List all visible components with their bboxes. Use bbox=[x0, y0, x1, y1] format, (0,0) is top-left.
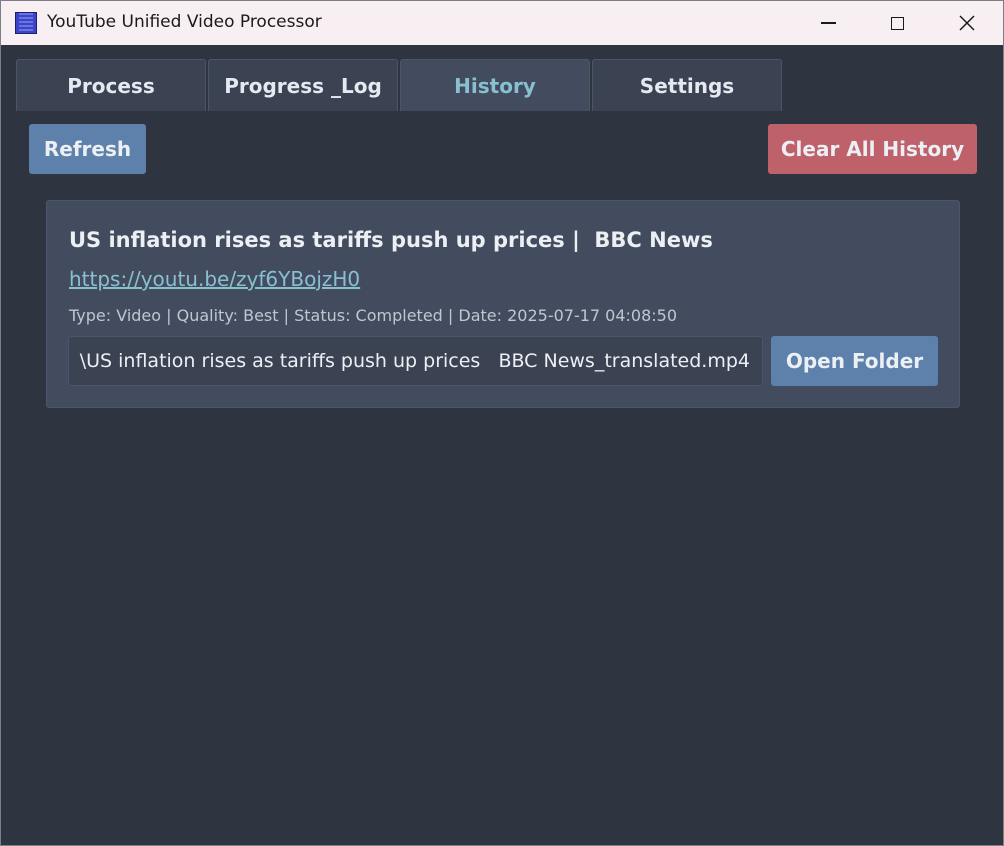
maximize-button[interactable] bbox=[862, 1, 932, 45]
window-title: YouTube Unified Video Processor bbox=[47, 12, 322, 32]
maximize-icon bbox=[890, 16, 904, 30]
tab-history[interactable]: History bbox=[400, 59, 590, 111]
open-folder-button[interactable]: Open Folder bbox=[771, 336, 938, 386]
title-bar[interactable]: YouTube Unified Video Processor bbox=[1, 1, 1003, 45]
history-item-link[interactable]: https://youtu.be/zyf6YBojzH0 bbox=[69, 267, 360, 291]
history-item: US inflation rises as tariffs push up pr… bbox=[46, 200, 960, 408]
app-video-icon bbox=[15, 12, 37, 34]
output-path-text: \US inflation rises as tariffs push up p… bbox=[79, 350, 750, 372]
close-icon bbox=[959, 15, 975, 31]
close-button[interactable] bbox=[932, 1, 1002, 45]
tab-settings[interactable]: Settings bbox=[592, 59, 782, 111]
output-path-field[interactable]: \US inflation rises as tariffs push up p… bbox=[68, 336, 763, 386]
minimize-button[interactable] bbox=[793, 1, 863, 45]
history-item-meta: Type: Video | Quality: Best | Status: Co… bbox=[69, 306, 678, 325]
refresh-button[interactable]: Refresh bbox=[29, 124, 146, 174]
tab-process[interactable]: Process bbox=[16, 59, 206, 111]
minimize-icon bbox=[820, 22, 836, 24]
history-item-title: US inflation rises as tariffs push up pr… bbox=[69, 228, 713, 252]
app-window: YouTube Unified Video Processor Process … bbox=[0, 0, 1004, 846]
clear-all-history-button[interactable]: Clear All History bbox=[768, 124, 977, 174]
tab-progress-log[interactable]: Progress _Log bbox=[208, 59, 398, 111]
